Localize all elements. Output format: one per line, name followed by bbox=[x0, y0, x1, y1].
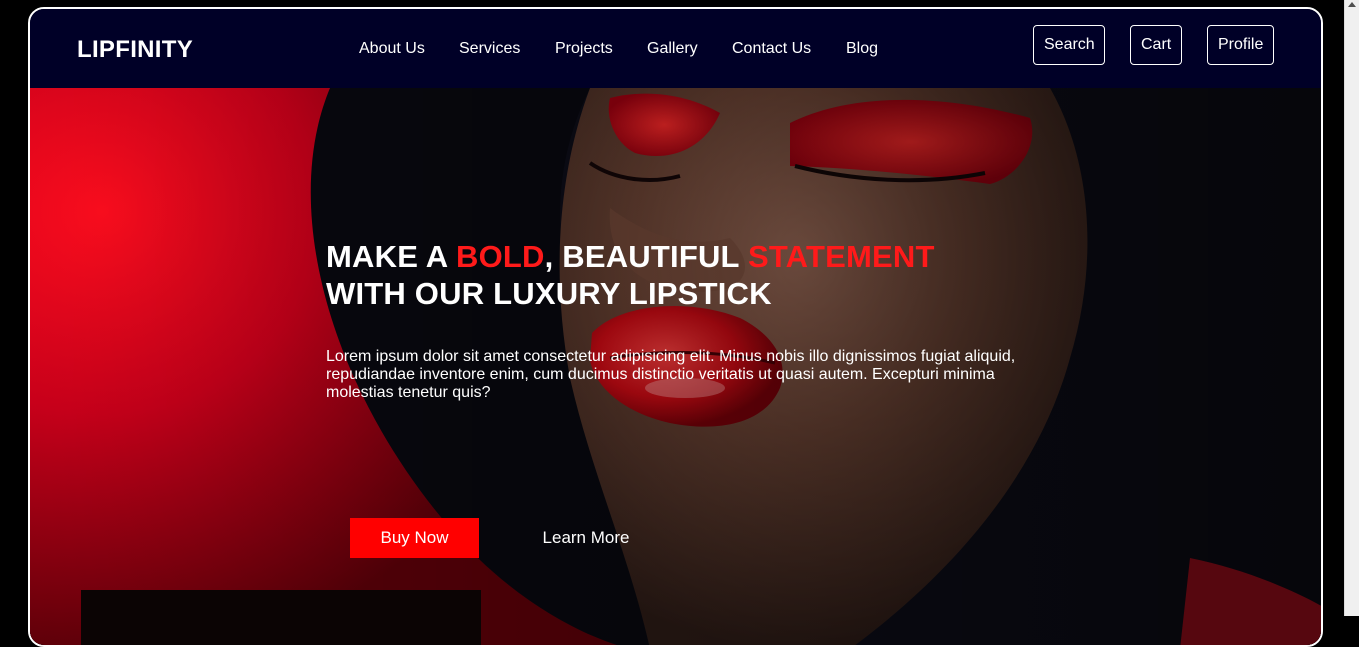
hero-title-part2: , BEAUTIFUL bbox=[544, 239, 748, 274]
hero-title-statement-word: STATEMENT bbox=[747, 239, 935, 274]
hero-description: Lorem ipsum dolor sit amet consectetur a… bbox=[326, 348, 1016, 401]
learn-more-button[interactable]: Learn More bbox=[526, 518, 646, 558]
nav-link-blog[interactable]: Blog bbox=[846, 40, 878, 58]
page-scrollbar[interactable] bbox=[1344, 0, 1359, 616]
hero-title-line2: WITH OUR LUXURY LIPSTICK bbox=[326, 276, 772, 311]
search-button[interactable]: Search bbox=[1033, 25, 1105, 65]
nav-link-gallery[interactable]: Gallery bbox=[647, 40, 698, 58]
nav-link-services[interactable]: Services bbox=[459, 40, 520, 58]
product-card-preview bbox=[81, 590, 481, 645]
scroll-up-arrow-icon[interactable] bbox=[1348, 2, 1356, 7]
cart-button[interactable]: Cart bbox=[1130, 25, 1182, 65]
top-navbar: LIPFINITY About Us Services Projects Gal… bbox=[30, 9, 1321, 88]
profile-button[interactable]: Profile bbox=[1207, 25, 1274, 65]
nav-link-about-us[interactable]: About Us bbox=[359, 40, 425, 58]
buy-now-button[interactable]: Buy Now bbox=[350, 518, 479, 558]
nav-link-contact-us[interactable]: Contact Us bbox=[732, 40, 811, 58]
hero-title-part1: MAKE A bbox=[326, 239, 456, 274]
hero-title: MAKE A BOLD, BEAUTIFUL STATEMENT WITH OUR… bbox=[326, 238, 935, 312]
hero-section: MAKE A BOLD, BEAUTIFUL STATEMENT WITH OUR… bbox=[30, 88, 1321, 645]
site-frame: LIPFINITY About Us Services Projects Gal… bbox=[28, 7, 1323, 647]
hero-title-bold-word: BOLD bbox=[456, 239, 545, 274]
nav-link-projects[interactable]: Projects bbox=[555, 40, 613, 58]
brand-logo[interactable]: LIPFINITY bbox=[77, 36, 193, 64]
